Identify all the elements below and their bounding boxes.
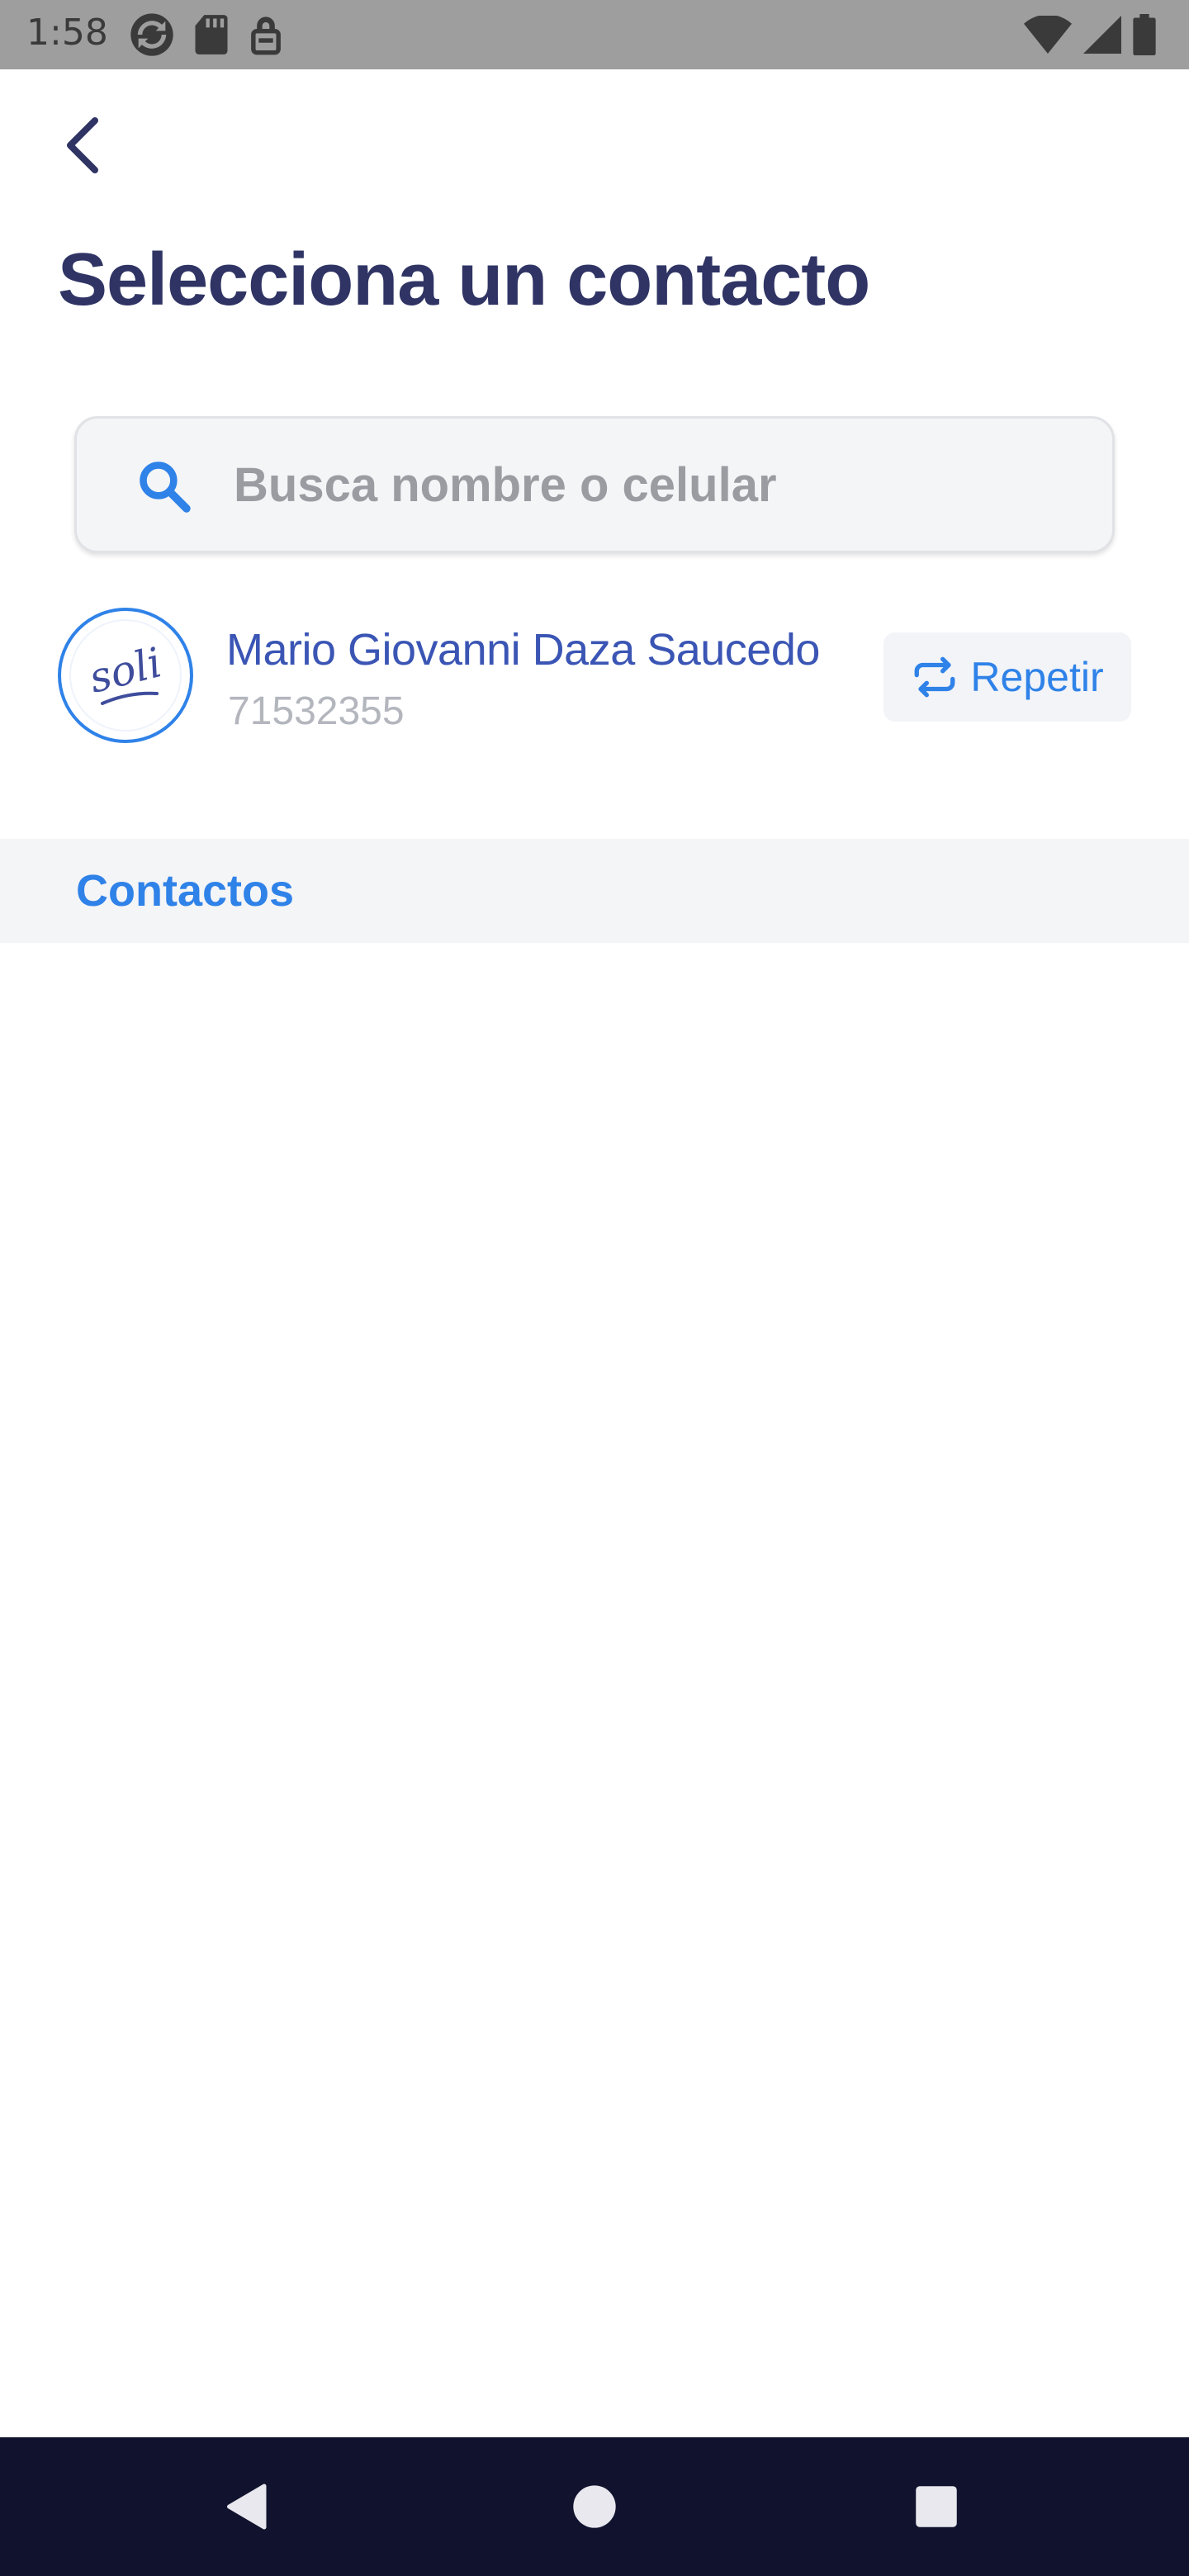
chevron-left-icon	[67, 117, 98, 173]
contact-name: Mario Giovanni Daza Saucedo	[226, 625, 820, 675]
home-circle-icon	[573, 2485, 616, 2528]
system-nav-bar	[0, 2437, 1189, 2576]
repeat-button[interactable]: Repetir	[883, 632, 1131, 722]
vpn-key-icon	[251, 17, 281, 55]
contacts-section-label: Contactos	[76, 866, 295, 916]
repeat-button-label: Repetir	[970, 654, 1104, 700]
page-title: Selecciona un contacto	[58, 239, 870, 321]
wifi-icon	[1024, 16, 1072, 54]
status-bar: 1:58	[0, 0, 1189, 69]
battery-icon	[1133, 14, 1156, 55]
repeat-icon	[914, 656, 955, 698]
status-time: 1:58	[26, 12, 108, 54]
recents-square-icon	[916, 2486, 957, 2527]
search-input[interactable]	[234, 443, 1084, 526]
avatar-swoosh-icon	[101, 691, 159, 705]
status-notification-icons	[129, 13, 284, 56]
search-box[interactable]	[74, 416, 1115, 553]
nav-back-button[interactable]	[165, 2437, 330, 2576]
back-triangle-icon	[227, 2484, 267, 2530]
avatar: soli	[58, 608, 193, 743]
recent-contact-row[interactable]: soli Mario Giovanni Daza Saucedo 7153235…	[0, 603, 1189, 751]
back-button[interactable]	[54, 112, 111, 178]
status-system-icons	[1024, 13, 1156, 56]
contact-phone: 71532355	[228, 689, 405, 733]
nav-recents-button[interactable]	[854, 2437, 1019, 2576]
search-icon	[140, 462, 191, 513]
sd-card-icon	[195, 15, 228, 54]
sync-icon	[130, 13, 173, 56]
cell-signal-icon	[1083, 16, 1121, 54]
nav-home-button[interactable]	[512, 2437, 677, 2576]
contacts-section-header: Contactos	[0, 839, 1189, 943]
